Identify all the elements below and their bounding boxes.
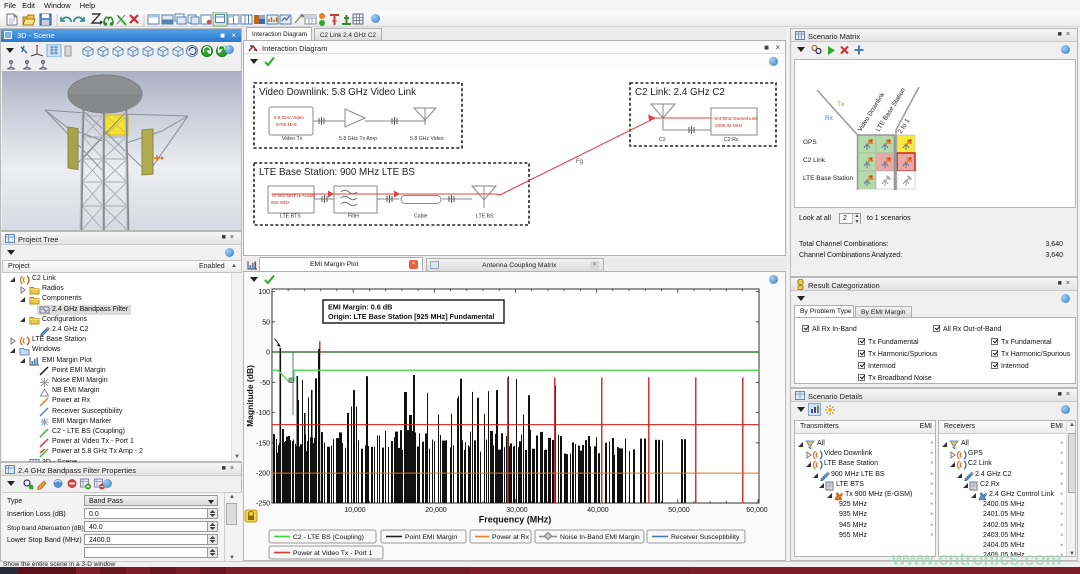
svg-text:LTE BTS: LTE BTS <box>280 214 301 220</box>
svg-text:30,000: 30,000 <box>506 507 528 514</box>
svg-text:0: 0 <box>266 350 270 357</box>
svg-text:Power at Rx: Power at Rx <box>492 534 530 541</box>
svg-text:C2 Rx: C2 Rx <box>724 137 739 143</box>
svg-text:40,000: 40,000 <box>587 507 609 514</box>
svg-text:Filter: Filter <box>348 214 360 220</box>
svg-text:C2 Link: 2.4 GHz C2: C2 Link: 2.4 GHz C2 <box>635 87 725 98</box>
svg-text:LTE BS: LTE BS <box>476 214 494 220</box>
svg-text:Cable: Cable <box>414 214 428 220</box>
svg-text:Point EMI Margin: Point EMI Margin <box>405 534 457 541</box>
svg-text:EMI Margin: 0.6 dB: EMI Margin: 0.6 dB <box>328 303 392 312</box>
svg-text:Receiver Susceptibility: Receiver Susceptibility <box>671 534 740 541</box>
svg-text:LTE Base Station: LTE Base Station <box>803 175 853 182</box>
svg-text:C2 - LTE BS (Coupling): C2 - LTE BS (Coupling) <box>293 534 364 541</box>
svg-text:Video Tx: Video Tx <box>282 136 303 142</box>
svg-text:5785 MHz: 5785 MHz <box>276 122 298 127</box>
svg-text:-200: -200 <box>256 471 270 478</box>
svg-text:10,000: 10,000 <box>344 507 366 514</box>
svg-text:-250: -250 <box>256 501 270 508</box>
svg-text:100: 100 <box>258 289 270 296</box>
svg-text:-150: -150 <box>256 440 270 447</box>
svg-text:LTE Base Station: 900 MHz LTE: LTE Base Station: 900 MHz LTE BS <box>259 167 415 178</box>
svg-text:2400.05 MHz: 2400.05 MHz <box>715 123 743 128</box>
svg-text:C2: C2 <box>659 137 666 143</box>
svg-text:5.8 GHz Tx Amp: 5.8 GHz Tx Amp <box>339 136 377 142</box>
svg-text:C2 Link: C2 Link <box>803 157 826 164</box>
svg-text:-50: -50 <box>260 380 270 387</box>
svg-text:Fg: Fg <box>576 159 583 165</box>
svg-text:Video Downlink: 5.8 GHz Video: Video Downlink: 5.8 GHz Video Link <box>259 87 416 98</box>
svg-text:GPS: GPS <box>803 139 817 146</box>
svg-text:-100: -100 <box>256 410 270 417</box>
svg-text:Power at Video Tx - Port 1: Power at Video Tx - Port 1 <box>293 550 373 557</box>
svg-text:Frequency (MHz): Frequency (MHz) <box>479 515 552 525</box>
svg-text:50,000: 50,000 <box>668 507 690 514</box>
svg-text:Origin: LTE Base Station [925: Origin: LTE Base Station [925 MHz] Funda… <box>328 312 494 321</box>
svg-text:50: 50 <box>262 319 270 326</box>
svg-text:5.8 GHz Video: 5.8 GHz Video <box>410 136 444 142</box>
svg-text:60,000: 60,000 <box>746 507 768 514</box>
svg-text:20,000: 20,000 <box>425 507 447 514</box>
svg-text:2 to 1: 2 to 1 <box>897 117 912 135</box>
svg-text:5.8 GHz Video: 5.8 GHz Video <box>274 115 304 120</box>
svg-text:Rx: Rx <box>825 115 834 122</box>
svg-text:Tx: Tx <box>837 101 845 108</box>
svg-text:Magnitude (dB): Magnitude (dB) <box>245 365 255 427</box>
svg-text:Noise In-Band EMI Margin: Noise In-Band EMI Margin <box>560 534 640 541</box>
svg-text:925 MHz: 925 MHz <box>271 200 290 205</box>
